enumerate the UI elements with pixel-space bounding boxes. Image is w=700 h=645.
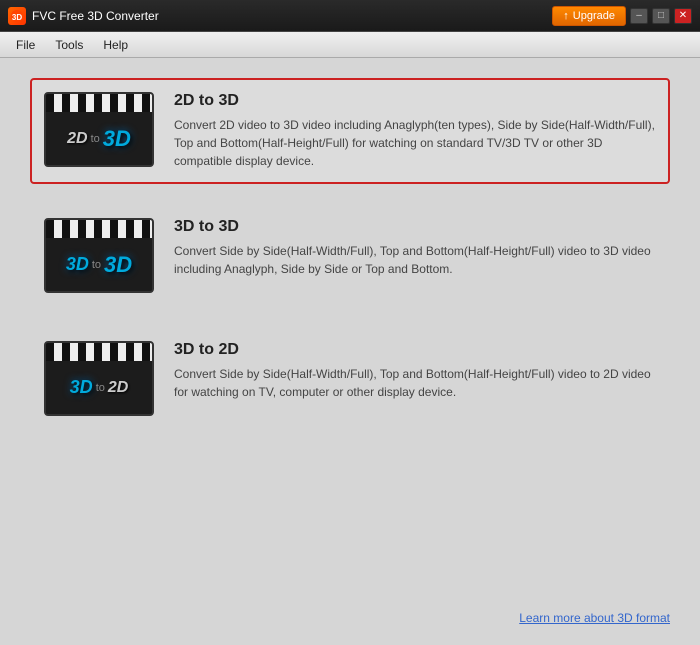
option-3d-to-3d[interactable]: 3D to 3D 3D to 3D Convert Side by Side(H… <box>30 204 670 307</box>
main-content: 2D to 3D 2D to 3D Convert 2D video to 3D… <box>0 58 700 645</box>
upgrade-button[interactable]: ↑ Upgrade <box>552 6 626 26</box>
option-title-2d-to-3d: 2D to 3D <box>174 92 656 110</box>
option-icon-3d-to-3d: 3D to 3D <box>44 218 154 293</box>
option-desc-3d-to-2d: Convert Side by Side(Half-Width/Full), T… <box>174 365 656 401</box>
upgrade-icon: ↑ <box>563 10 569 22</box>
option-text-3d-to-3d: 3D to 3D Convert Side by Side(Half-Width… <box>174 218 656 278</box>
close-button[interactable]: ✕ <box>674 8 692 24</box>
svg-text:3D: 3D <box>12 13 22 22</box>
option-text-3d-to-2d: 3D to 2D Convert Side by Side(Half-Width… <box>174 341 656 401</box>
menu-tools[interactable]: Tools <box>45 35 93 55</box>
option-2d-to-3d[interactable]: 2D to 3D 2D to 3D Convert 2D video to 3D… <box>30 78 670 184</box>
upgrade-label: Upgrade <box>573 10 615 22</box>
app-icon: 3D <box>8 7 26 25</box>
menu-file[interactable]: File <box>6 35 45 55</box>
menu-help[interactable]: Help <box>93 35 138 55</box>
app-title: FVC Free 3D Converter <box>32 9 159 23</box>
title-bar-right: ↑ Upgrade – □ ✕ <box>552 6 692 26</box>
option-desc-2d-to-3d: Convert 2D video to 3D video including A… <box>174 116 656 170</box>
minimize-button[interactable]: – <box>630 8 648 24</box>
option-text-2d-to-3d: 2D to 3D Convert 2D video to 3D video in… <box>174 92 656 170</box>
option-title-3d-to-2d: 3D to 2D <box>174 341 656 359</box>
option-icon-3d-to-2d: 3D to 2D <box>44 341 154 416</box>
menu-bar: File Tools Help <box>0 32 700 58</box>
learn-more-link[interactable]: Learn more about 3D format <box>519 611 670 625</box>
maximize-button[interactable]: □ <box>652 8 670 24</box>
title-bar-left: 3D FVC Free 3D Converter <box>8 7 159 25</box>
option-icon-2d-to-3d: 2D to 3D <box>44 92 154 167</box>
option-title-3d-to-3d: 3D to 3D <box>174 218 656 236</box>
title-bar: 3D FVC Free 3D Converter ↑ Upgrade – □ ✕ <box>0 0 700 32</box>
option-desc-3d-to-3d: Convert Side by Side(Half-Width/Full), T… <box>174 242 656 278</box>
option-3d-to-2d[interactable]: 3D to 2D 3D to 2D Convert Side by Side(H… <box>30 327 670 430</box>
